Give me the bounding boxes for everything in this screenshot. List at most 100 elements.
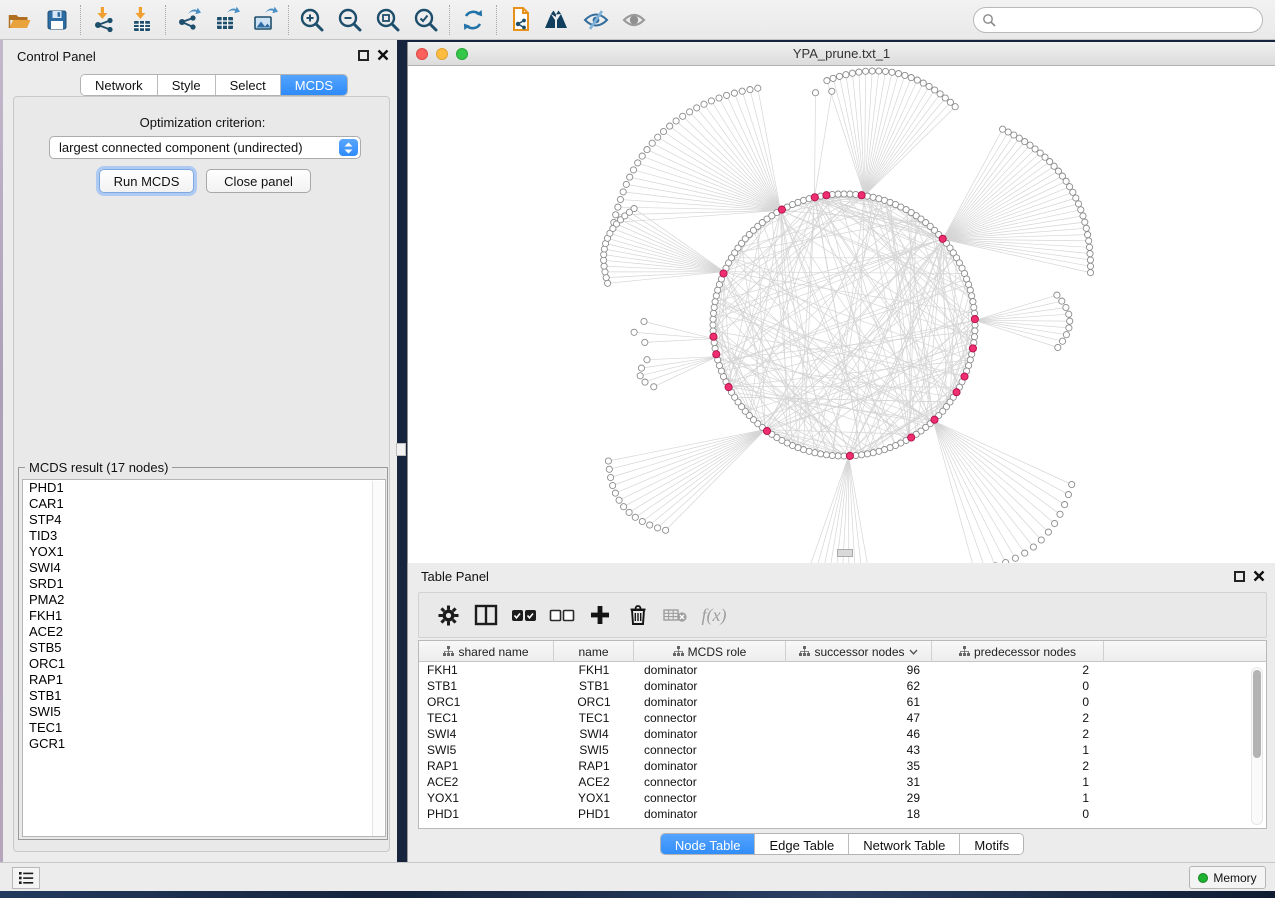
- save-session-button[interactable]: [38, 3, 76, 37]
- tab-mcds[interactable]: MCDS: [281, 75, 347, 95]
- export-network-button[interactable]: [170, 3, 208, 37]
- table-cell: RAP1: [419, 758, 554, 774]
- first-neighbors-button[interactable]: [539, 3, 577, 37]
- export-table-button[interactable]: [208, 3, 246, 37]
- result-node-item[interactable]: STB5: [23, 640, 385, 656]
- column-header-shared-name[interactable]: shared name: [419, 641, 554, 662]
- float-panel-icon[interactable]: [358, 50, 369, 61]
- zoom-in-button[interactable]: [293, 3, 331, 37]
- import-network-button[interactable]: [85, 3, 123, 37]
- search-input[interactable]: [997, 13, 1247, 27]
- column-header-successor-nodes[interactable]: successor nodes: [786, 641, 932, 662]
- run-mcds-button[interactable]: Run MCDS: [99, 169, 194, 193]
- result-node-item[interactable]: ORC1: [23, 656, 385, 672]
- result-node-item[interactable]: ACE2: [23, 624, 385, 640]
- desktop-wallpaper-edge: [0, 891, 1275, 898]
- deselect-all-button[interactable]: [543, 596, 581, 634]
- result-node-item[interactable]: SWI5: [23, 704, 385, 720]
- network-window: YPA_prune.txt_1: [407, 42, 1275, 563]
- scrollbar-thumb[interactable]: [1253, 670, 1261, 758]
- table-settings-button[interactable]: [429, 596, 467, 634]
- table-row[interactable]: ACE2ACE2connector311: [419, 774, 1266, 790]
- vertical-splitter-handle[interactable]: [396, 443, 406, 456]
- result-node-item[interactable]: PHD1: [23, 480, 385, 496]
- zoom-fit-button[interactable]: [369, 3, 407, 37]
- search-box: [973, 7, 1263, 33]
- tab-motifs[interactable]: Motifs: [960, 834, 1023, 855]
- memory-status-icon: [1198, 873, 1208, 883]
- add-row-button[interactable]: [581, 596, 619, 634]
- result-node-item[interactable]: STP4: [23, 512, 385, 528]
- show-all-button[interactable]: [615, 3, 653, 37]
- table-row[interactable]: SWI4SWI4dominator462: [419, 726, 1266, 742]
- delete-table-button[interactable]: [657, 596, 695, 634]
- table-cell: 1: [932, 742, 1104, 758]
- table-row[interactable]: SWI5SWI5connector431: [419, 742, 1266, 758]
- zoom-in-icon: [298, 6, 326, 34]
- memory-button[interactable]: Memory: [1189, 866, 1266, 889]
- export-image-button[interactable]: [246, 3, 284, 37]
- tab-style[interactable]: Style: [158, 75, 216, 95]
- tab-network-table[interactable]: Network Table: [849, 834, 960, 855]
- select-all-button[interactable]: [505, 596, 543, 634]
- float-panel-icon[interactable]: [1234, 571, 1245, 582]
- result-node-item[interactable]: TID3: [23, 528, 385, 544]
- new-network-icon: [506, 6, 534, 34]
- tab-node-table[interactable]: Node Table: [661, 834, 756, 855]
- task-history-button[interactable]: [12, 867, 40, 889]
- table-row[interactable]: STB1STB1dominator620: [419, 678, 1266, 694]
- table-cell: dominator: [634, 662, 786, 678]
- hide-selected-button[interactable]: [577, 3, 615, 37]
- result-node-item[interactable]: CAR1: [23, 496, 385, 512]
- zoom-selected-button[interactable]: [407, 3, 445, 37]
- new-network-from-selection-button[interactable]: [501, 3, 539, 37]
- tab-edge-table[interactable]: Edge Table: [755, 834, 849, 855]
- main-toolbar: [0, 0, 1275, 40]
- close-panel-icon[interactable]: [1253, 570, 1265, 582]
- save-icon: [44, 7, 70, 33]
- mcds-result-list[interactable]: PHD1CAR1STP4TID3YOX1SWI4SRD1PMA2FKH1ACE2…: [22, 479, 386, 837]
- search-icon: [982, 13, 997, 28]
- table-row[interactable]: TEC1TEC1connector472: [419, 710, 1266, 726]
- show-column-button[interactable]: [467, 596, 505, 634]
- result-node-item[interactable]: YOX1: [23, 544, 385, 560]
- table-row[interactable]: PHD1PHD1dominator180: [419, 806, 1266, 822]
- refresh-button[interactable]: [454, 3, 492, 37]
- column-header-name[interactable]: name: [554, 641, 634, 662]
- column-header-MCDS-role[interactable]: MCDS role: [634, 641, 786, 662]
- table-row[interactable]: YOX1YOX1connector291: [419, 790, 1266, 806]
- result-node-item[interactable]: SWI4: [23, 560, 385, 576]
- table-row[interactable]: ORC1ORC1dominator610: [419, 694, 1266, 710]
- control-panel-tabs: NetworkStyleSelectMCDS: [80, 74, 348, 96]
- optimization-criterion-select[interactable]: largest connected component (undirected): [49, 136, 361, 159]
- close-panel-icon[interactable]: [377, 49, 389, 61]
- table-scrollbar[interactable]: [1251, 667, 1263, 825]
- toolbar-separator: [80, 5, 81, 35]
- result-scrollbar[interactable]: [372, 481, 384, 837]
- delete-row-button[interactable]: [619, 596, 657, 634]
- open-session-button[interactable]: [0, 3, 38, 37]
- table-row[interactable]: RAP1RAP1dominator352: [419, 758, 1266, 774]
- function-builder-button[interactable]: f(x): [695, 596, 733, 634]
- import-table-button[interactable]: [123, 3, 161, 37]
- select-value: largest connected component (undirected): [59, 140, 303, 155]
- table-cell: TEC1: [419, 710, 554, 726]
- horizontal-splitter-handle[interactable]: [837, 549, 853, 557]
- table-toolbar: f(x): [418, 592, 1267, 638]
- result-node-item[interactable]: GCR1: [23, 736, 385, 752]
- network-canvas[interactable]: [408, 66, 1275, 563]
- result-node-item[interactable]: TEC1: [23, 720, 385, 736]
- tab-select[interactable]: Select: [216, 75, 281, 95]
- result-node-item[interactable]: PMA2: [23, 592, 385, 608]
- column-header-predecessor-nodes[interactable]: predecessor nodes: [932, 641, 1104, 662]
- table-row[interactable]: FKH1FKH1dominator962: [419, 662, 1266, 678]
- network-view[interactable]: [408, 66, 1275, 563]
- close-panel-button[interactable]: Close panel: [206, 169, 311, 193]
- result-node-item[interactable]: STB1: [23, 688, 385, 704]
- result-node-item[interactable]: RAP1: [23, 672, 385, 688]
- tab-network[interactable]: Network: [81, 75, 158, 95]
- zoom-out-button[interactable]: [331, 3, 369, 37]
- network-window-titlebar[interactable]: YPA_prune.txt_1: [408, 42, 1275, 66]
- result-node-item[interactable]: SRD1: [23, 576, 385, 592]
- result-node-item[interactable]: FKH1: [23, 608, 385, 624]
